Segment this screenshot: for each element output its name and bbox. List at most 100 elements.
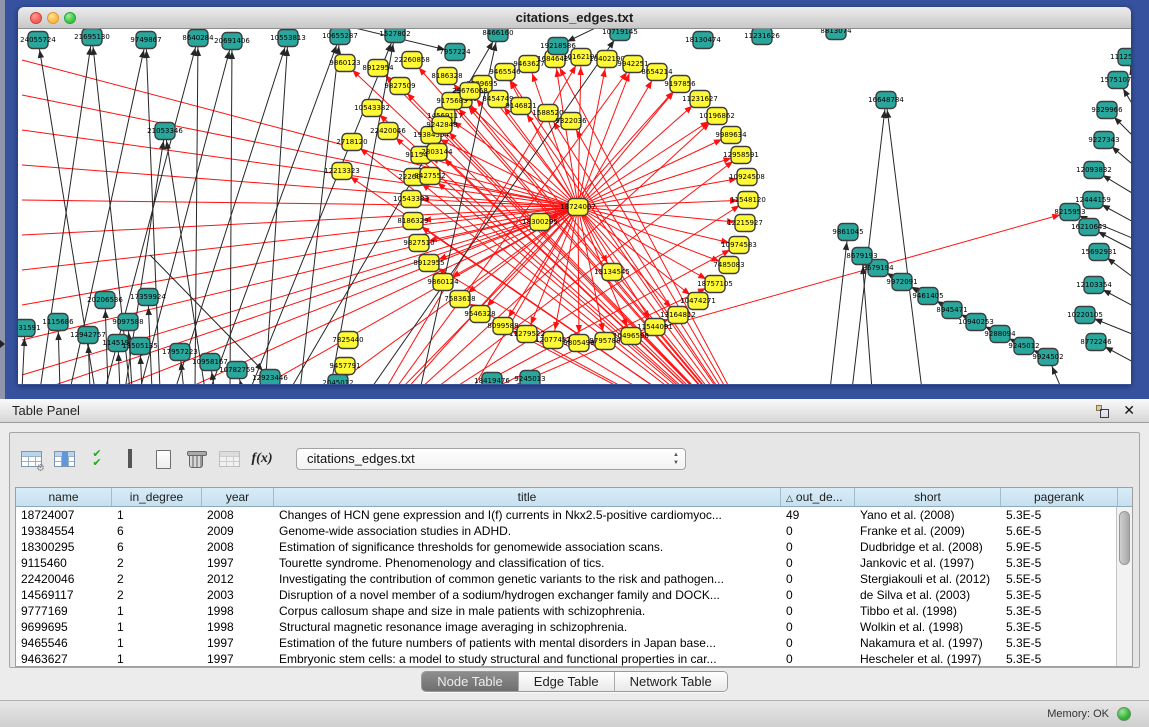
- tab-edge-table[interactable]: Edge Table: [519, 672, 615, 691]
- edge-arrowhead: [885, 110, 891, 118]
- table-cell: 14569117: [16, 587, 112, 603]
- graph-node-label: 13505135: [122, 342, 158, 350]
- memory-status-led[interactable]: [1117, 707, 1131, 721]
- graph-node-label: 8427552: [414, 172, 445, 180]
- graph-node-label: 10196862: [699, 112, 735, 120]
- edge-arrowhead: [1052, 366, 1058, 375]
- graph-node-label: 12942757: [70, 331, 106, 339]
- graph-edge: [250, 34, 395, 384]
- graph-node-label: 18130474: [685, 36, 721, 44]
- table-cell: Franke et al. (2009): [855, 523, 1001, 539]
- splitter-collapse-icon[interactable]: [0, 340, 5, 348]
- table-cell: 1997: [202, 555, 274, 571]
- float-panel-icon[interactable]: [1096, 405, 1109, 418]
- table-selector-combobox[interactable]: citations_edges.txt ▲▼: [296, 448, 686, 470]
- table-settings-icon[interactable]: ⚙: [18, 446, 44, 472]
- table-row[interactable]: 977716911998Corpus callosum shape and si…: [16, 603, 1132, 619]
- table-row[interactable]: 946362711997Embryonic stem cells: a mode…: [16, 651, 1132, 667]
- graph-node-label: 24055724: [20, 36, 56, 44]
- graph-edge: [300, 36, 340, 384]
- graph-node-label: 1588520: [532, 109, 563, 117]
- function-builder-icon[interactable]: f(x): [249, 446, 275, 472]
- graph-node-label: 10543383: [393, 195, 429, 203]
- table-cell: 1: [112, 507, 202, 523]
- scrollbar-thumb[interactable]: [1119, 511, 1130, 565]
- table-cell: 2: [112, 555, 202, 571]
- table-cell: 1: [112, 651, 202, 667]
- graph-node-label: 12444159: [1075, 196, 1111, 204]
- edge-arrowhead: [1129, 67, 1131, 76]
- column-header-year[interactable]: year: [202, 488, 274, 506]
- network-window: citations_edges.txt 18724007115481201221…: [18, 7, 1131, 385]
- table-tabs-row: Node TableEdge TableNetwork Table: [0, 671, 1149, 697]
- table-cell: Yano et al. (2008): [855, 507, 1001, 523]
- delete-icon[interactable]: [183, 446, 209, 472]
- graph-node-label: 2718120: [336, 138, 367, 146]
- edge-arrowhead: [569, 66, 576, 75]
- table-cell: 5.6E-5: [1001, 523, 1118, 539]
- edge-arrowhead: [577, 67, 583, 75]
- column-header-out_de[interactable]: △out_de...: [781, 488, 855, 506]
- rows-icon[interactable]: [117, 446, 143, 472]
- graph-node-label: 9465546: [489, 68, 521, 76]
- graph-node-label: 21053346: [147, 127, 183, 135]
- table-cell: 9699695: [16, 619, 112, 635]
- table-cell: 2009: [202, 523, 274, 539]
- graph-node-label: 9861045: [832, 228, 863, 236]
- application-window: citations_edges.txt 18724007115481201221…: [0, 0, 1149, 727]
- table-row[interactable]: 1938455462009Genome-wide association stu…: [16, 523, 1132, 539]
- graph-node-label: 12093832: [1076, 166, 1112, 174]
- tab-network-table[interactable]: Network Table: [615, 672, 727, 691]
- graph-node-label: 8186329: [397, 217, 428, 225]
- column-header-short[interactable]: short: [855, 488, 1001, 506]
- table-cell: 5.3E-5: [1001, 651, 1118, 667]
- table-cell: Investigating the contribution of common…: [274, 571, 781, 587]
- table-cell: Dudbridge et al. (2008): [855, 539, 1001, 555]
- graph-node-label: 9242848: [426, 121, 457, 129]
- graph-node-label: 10924508: [729, 173, 765, 181]
- table-cell: Structural magnetic resonance image aver…: [274, 619, 781, 635]
- graph-node-label: 12103354: [1076, 281, 1112, 289]
- column-header-pagerank[interactable]: pagerank: [1001, 488, 1118, 506]
- graph-node-label: 8912954: [362, 64, 394, 72]
- column-icon[interactable]: [51, 446, 77, 472]
- table-cell: Hescheler et al. (1997): [855, 651, 1001, 667]
- table-cell: Tourette syndrome. Phenomenology and cla…: [274, 555, 781, 571]
- graph-node-label: 12958591: [723, 151, 759, 159]
- close-panel-icon[interactable]: ✕: [1123, 402, 1135, 419]
- citation-network-graph[interactable]: 1872400711548120122159271097458374850831…: [18, 29, 1131, 384]
- table-row[interactable]: 2242004622012Investigating the contribut…: [16, 571, 1132, 587]
- graph-node-label: 19218586: [540, 42, 576, 50]
- column-header-title[interactable]: title: [274, 488, 781, 506]
- table-row[interactable]: 1830029562008Estimation of significance …: [16, 539, 1132, 555]
- edge-arrowhead: [532, 73, 538, 82]
- table-cell: 1: [112, 603, 202, 619]
- table-header-row: namein_degreeyeartitle△out_de...shortpag…: [16, 488, 1132, 507]
- vertical-scrollbar[interactable]: [1116, 507, 1132, 666]
- graph-node-label: 9288094: [984, 330, 1016, 338]
- table-panel-header[interactable]: Table Panel ✕: [0, 399, 1149, 423]
- table-cell: 0: [781, 523, 855, 539]
- table-row[interactable]: 969969511998Structural magnetic resonanc…: [16, 619, 1132, 635]
- table-row[interactable]: 1456911722003Disruption of a novel membe…: [16, 587, 1132, 603]
- table-cell: 1997: [202, 651, 274, 667]
- validate-columns-icon[interactable]: ✔✔: [84, 446, 110, 472]
- graph-node-label: 12215927: [727, 219, 763, 227]
- graph-node-label: 29676068: [452, 87, 488, 95]
- table-cell: 1998: [202, 619, 274, 635]
- edge-arrowhead: [239, 380, 245, 384]
- network-canvas[interactable]: 1872400711548120122159271097458374850831…: [18, 29, 1131, 384]
- import-table-icon[interactable]: [216, 446, 242, 472]
- table-row[interactable]: 911546021997Tourette syndrome. Phenomeno…: [16, 555, 1132, 571]
- table-cell: 49: [781, 507, 855, 523]
- graph-node-label: 9461405: [912, 292, 943, 300]
- column-header-in_degree[interactable]: in_degree: [112, 488, 202, 506]
- table-row[interactable]: 946554611997Estimation of the future num…: [16, 635, 1132, 651]
- table-row[interactable]: 1872400712008Changes of HCN gene express…: [16, 507, 1132, 523]
- tab-node-table[interactable]: Node Table: [422, 672, 519, 691]
- table-cell: 2008: [202, 507, 274, 523]
- column-header-name[interactable]: name: [16, 488, 112, 506]
- network-window-titlebar[interactable]: citations_edges.txt: [18, 7, 1131, 29]
- new-document-icon[interactable]: [150, 446, 176, 472]
- graph-node-label: 9097588: [112, 318, 143, 326]
